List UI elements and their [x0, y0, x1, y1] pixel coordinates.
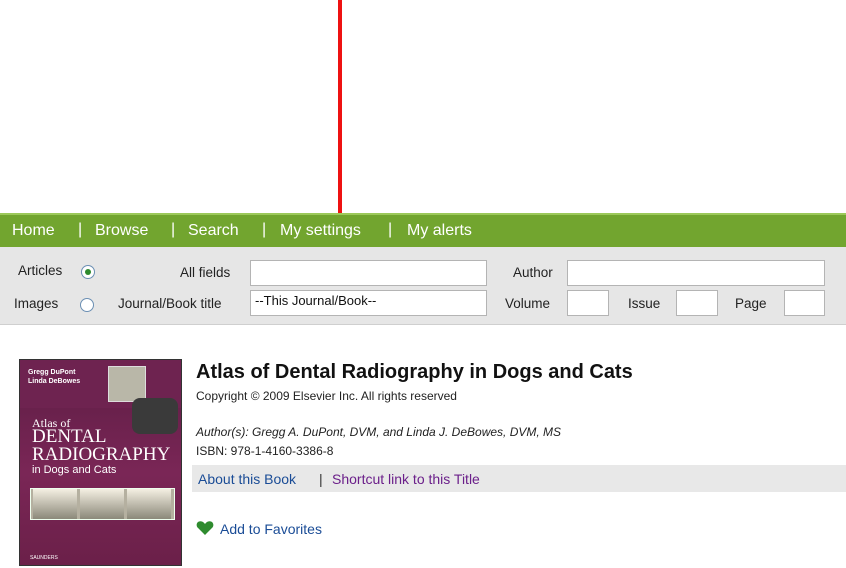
quick-search-panel: Articles Images All fields Journal/Book …	[0, 247, 846, 325]
author-input[interactable]	[567, 260, 825, 286]
nav-my-alerts[interactable]: My alerts	[407, 222, 472, 240]
nav-separator: |	[262, 221, 267, 238]
heart-icon[interactable]	[196, 520, 214, 536]
all-fields-input[interactable]	[250, 260, 487, 286]
book-title: Atlas of Dental Radiography in Dogs and …	[196, 361, 633, 383]
issue-label: Issue	[628, 296, 661, 311]
nav-separator: |	[171, 221, 176, 238]
book-cover-image[interactable]: Gregg DuPont Linda DeBowes Atlas of DENT…	[19, 359, 182, 566]
add-to-favorites-link[interactable]: Add to Favorites	[220, 521, 322, 537]
volume-label: Volume	[505, 296, 551, 311]
page-label: Page	[735, 296, 767, 311]
cover-photo	[108, 366, 146, 402]
cover-title-main: DENTAL RADIOGRAPHY	[32, 426, 171, 465]
page-input[interactable]	[784, 290, 825, 316]
copyright-notice: Copyright © 2009 Elsevier Inc. All right…	[196, 389, 457, 403]
images-label: Images	[14, 296, 59, 311]
cover-publisher: SAUNDERS	[30, 555, 58, 561]
cover-radiograph-strip	[30, 488, 175, 520]
issue-input[interactable]	[676, 290, 718, 316]
nav-separator: |	[78, 221, 83, 238]
nav-browse[interactable]: Browse	[95, 222, 148, 240]
nav-my-settings[interactable]: My settings	[280, 222, 361, 240]
book-isbn: ISBN: 978-1-4160-3386-8	[196, 444, 334, 458]
cover-radiograph	[127, 489, 171, 519]
book-authors: Author(s): Gregg A. DuPont, DVM, and Lin…	[196, 425, 562, 439]
book-links-bar: About this Book | Shortcut link to this …	[192, 465, 846, 492]
about-this-book-link[interactable]: About this Book	[198, 471, 296, 487]
images-radio[interactable]	[80, 298, 94, 312]
shortcut-link[interactable]: Shortcut link to this Title	[332, 471, 480, 487]
annotation-arrow-shaft	[338, 0, 342, 226]
nav-home[interactable]: Home	[12, 222, 55, 240]
nav-search[interactable]: Search	[188, 222, 239, 240]
all-fields-label: All fields	[180, 265, 231, 280]
links-separator: |	[319, 471, 323, 487]
articles-radio[interactable]	[81, 265, 95, 279]
cover-subtitle: in Dogs and Cats	[32, 464, 117, 476]
journal-title-input[interactable]: --This Journal/Book--	[250, 290, 487, 316]
articles-label: Articles	[18, 263, 63, 278]
author-label: Author	[513, 265, 553, 280]
cover-authors: Gregg DuPont Linda DeBowes	[28, 369, 81, 385]
volume-input[interactable]	[567, 290, 609, 316]
nav-separator: |	[388, 221, 393, 238]
cover-radiograph	[33, 489, 77, 519]
top-nav-bar: Home | Browse | Search | My settings | M…	[0, 213, 846, 247]
cover-radiograph	[80, 489, 124, 519]
journal-title-label: Journal/Book title	[118, 296, 222, 311]
